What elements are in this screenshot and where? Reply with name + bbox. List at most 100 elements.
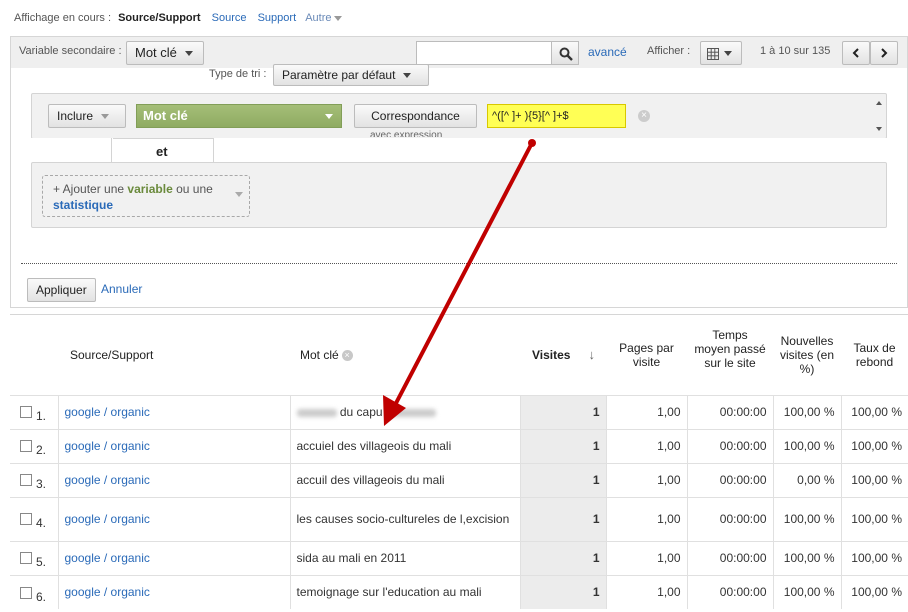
next-page-button[interactable] bbox=[870, 41, 898, 65]
dimension-select[interactable]: Mot clé bbox=[136, 104, 342, 128]
view-link-source[interactable]: Source bbox=[212, 12, 247, 24]
source-link[interactable]: google / organic bbox=[65, 551, 150, 565]
match-type-select[interactable]: Correspondance bbox=[354, 104, 477, 128]
add-variable-link[interactable]: variable bbox=[127, 182, 172, 196]
header-visits-label: Visites bbox=[532, 348, 571, 363]
chevron-right-icon bbox=[881, 48, 888, 58]
chevron-down-icon bbox=[325, 114, 333, 119]
view-other-dropdown[interactable]: Autre bbox=[305, 12, 343, 24]
source-link[interactable]: google / organic bbox=[65, 439, 150, 453]
cell-keyword: temoignage sur l'education au mali bbox=[289, 574, 520, 609]
scroll-down-icon[interactable] bbox=[876, 127, 882, 131]
secondary-dimension-label: Variable secondaire : bbox=[19, 45, 122, 57]
cell-pages: 1,00 bbox=[605, 540, 687, 575]
remove-dimension-icon[interactable]: × bbox=[341, 350, 353, 362]
table-row: 1. google / organic du capu 1 1,00 00:00:00… bbox=[10, 394, 908, 429]
cell-time: 00:00:00 bbox=[686, 540, 773, 575]
cell-new-visits: 100,00 % bbox=[772, 394, 841, 429]
row-checkbox[interactable] bbox=[20, 406, 32, 419]
cell-keyword: accuil des villageois du mali bbox=[289, 462, 520, 497]
source-link[interactable]: google / organic bbox=[65, 473, 150, 487]
cell-new-visits: 100,00 % bbox=[772, 496, 841, 541]
source-link[interactable]: google / organic bbox=[65, 585, 150, 599]
redacted-text bbox=[296, 408, 337, 417]
chevron-down-icon bbox=[334, 15, 343, 21]
row-number: 5. bbox=[36, 555, 47, 570]
header-new-visits[interactable]: Nouvelles visites (en %) bbox=[773, 315, 841, 395]
table-row: 5. google / organic sida au mali en 2011 1 1… bbox=[10, 540, 908, 575]
row-number: 6. bbox=[36, 589, 47, 604]
cell-visits: 1 bbox=[519, 496, 606, 541]
source-link[interactable]: google / organic bbox=[65, 512, 150, 526]
apply-button[interactable]: Appliquer bbox=[27, 278, 96, 302]
header-keyword-label: Mot clé bbox=[300, 347, 339, 362]
cell-bounce: 100,00 % bbox=[840, 428, 908, 463]
include-value: Inclure bbox=[57, 109, 94, 123]
cell-bounce: 100,00 % bbox=[840, 462, 908, 497]
chevron-down-icon bbox=[403, 73, 412, 79]
add-prefix: + Ajouter une bbox=[53, 182, 125, 196]
cell-source: google / organic bbox=[57, 574, 290, 609]
source-link[interactable]: google / organic bbox=[65, 405, 150, 419]
prev-page-button[interactable] bbox=[842, 41, 870, 65]
cell-bounce: 100,00 % bbox=[840, 496, 908, 541]
include-select[interactable]: Inclure bbox=[48, 104, 126, 128]
sort-type-select[interactable]: Paramètre par défaut bbox=[273, 64, 429, 86]
row-number: 4. bbox=[36, 516, 47, 531]
filter-condition-row: Inclure Mot clé Correspondance avec expr… bbox=[31, 93, 887, 139]
row-checkbox[interactable] bbox=[20, 513, 32, 526]
row-checkbox[interactable] bbox=[20, 474, 32, 487]
cell-keyword: accuiel des villageois du mali bbox=[289, 428, 520, 463]
table-row: 2. google / organic accuiel des villageois… bbox=[10, 428, 908, 463]
advanced-link[interactable]: avancé bbox=[588, 45, 627, 59]
view-link-support[interactable]: Support bbox=[258, 12, 297, 24]
row-checkbox[interactable] bbox=[20, 552, 32, 565]
search-button[interactable] bbox=[551, 41, 579, 65]
row-checkbox[interactable] bbox=[20, 586, 32, 599]
table-toolbar: Variable secondaire : Mot clé avancé Aff… bbox=[10, 36, 908, 68]
cell-pages: 1,00 bbox=[605, 462, 687, 497]
cell-source: google / organic bbox=[57, 394, 290, 429]
chevron-down-icon bbox=[235, 192, 243, 197]
and-tab-left bbox=[31, 138, 112, 162]
sort-type-value: Paramètre par défaut bbox=[282, 68, 396, 82]
cell-visits: 1 bbox=[519, 574, 606, 609]
row-number: 3. bbox=[36, 477, 47, 492]
advanced-filter-panel: Type de tri : Paramètre par défaut Inclu… bbox=[10, 64, 908, 308]
chevron-left-icon bbox=[852, 48, 859, 58]
and-label: et bbox=[156, 144, 168, 159]
search-input[interactable] bbox=[416, 41, 552, 65]
display-mode-select[interactable] bbox=[700, 41, 742, 65]
row-checkbox[interactable] bbox=[20, 440, 32, 453]
cell-bounce: 100,00 % bbox=[840, 540, 908, 575]
cell-time: 00:00:00 bbox=[686, 428, 773, 463]
cell-time: 00:00:00 bbox=[686, 574, 773, 609]
scroll-up-icon[interactable] bbox=[876, 101, 882, 105]
header-pages[interactable]: Pages par visite bbox=[606, 315, 687, 395]
add-metric-link[interactable]: statistique bbox=[53, 198, 113, 212]
header-time[interactable]: Temps moyen passé sur le site bbox=[687, 315, 773, 395]
secondary-dimension-select[interactable]: Mot clé bbox=[126, 41, 204, 65]
pagination-text: 1 à 10 sur 135 bbox=[760, 45, 831, 57]
header-bounce[interactable]: Taux de rebond bbox=[841, 315, 908, 395]
chevron-down-icon bbox=[101, 114, 110, 120]
cell-pages: 1,00 bbox=[605, 496, 687, 541]
header-source[interactable]: Source/Support bbox=[58, 315, 290, 395]
regex-input[interactable]: ^([^ ]+ ){5}[^ ]+$ bbox=[487, 104, 626, 128]
divider bbox=[21, 263, 897, 264]
chevron-down-icon bbox=[724, 51, 732, 57]
cell-new-visits: 100,00 % bbox=[772, 574, 841, 609]
cell-pages: 1,00 bbox=[605, 574, 687, 609]
cell-keyword-text: du capu bbox=[339, 405, 383, 419]
cell-visits: 1 bbox=[519, 540, 606, 575]
cell-source: google / organic bbox=[57, 540, 290, 575]
clear-icon[interactable]: × bbox=[638, 110, 650, 122]
cell-bounce: 100,00 % bbox=[840, 394, 908, 429]
cancel-link[interactable]: Annuler bbox=[101, 282, 142, 296]
header-visits[interactable]: Visites ↓ bbox=[520, 315, 606, 395]
add-condition-button[interactable]: + Ajouter une variable ou une statistiqu… bbox=[42, 175, 250, 217]
header-source-label: Source/Support bbox=[70, 347, 154, 362]
header-keyword[interactable]: Mot clé × bbox=[290, 315, 520, 395]
cell-time: 00:00:00 bbox=[686, 394, 773, 429]
row-number: 2. bbox=[36, 443, 47, 458]
